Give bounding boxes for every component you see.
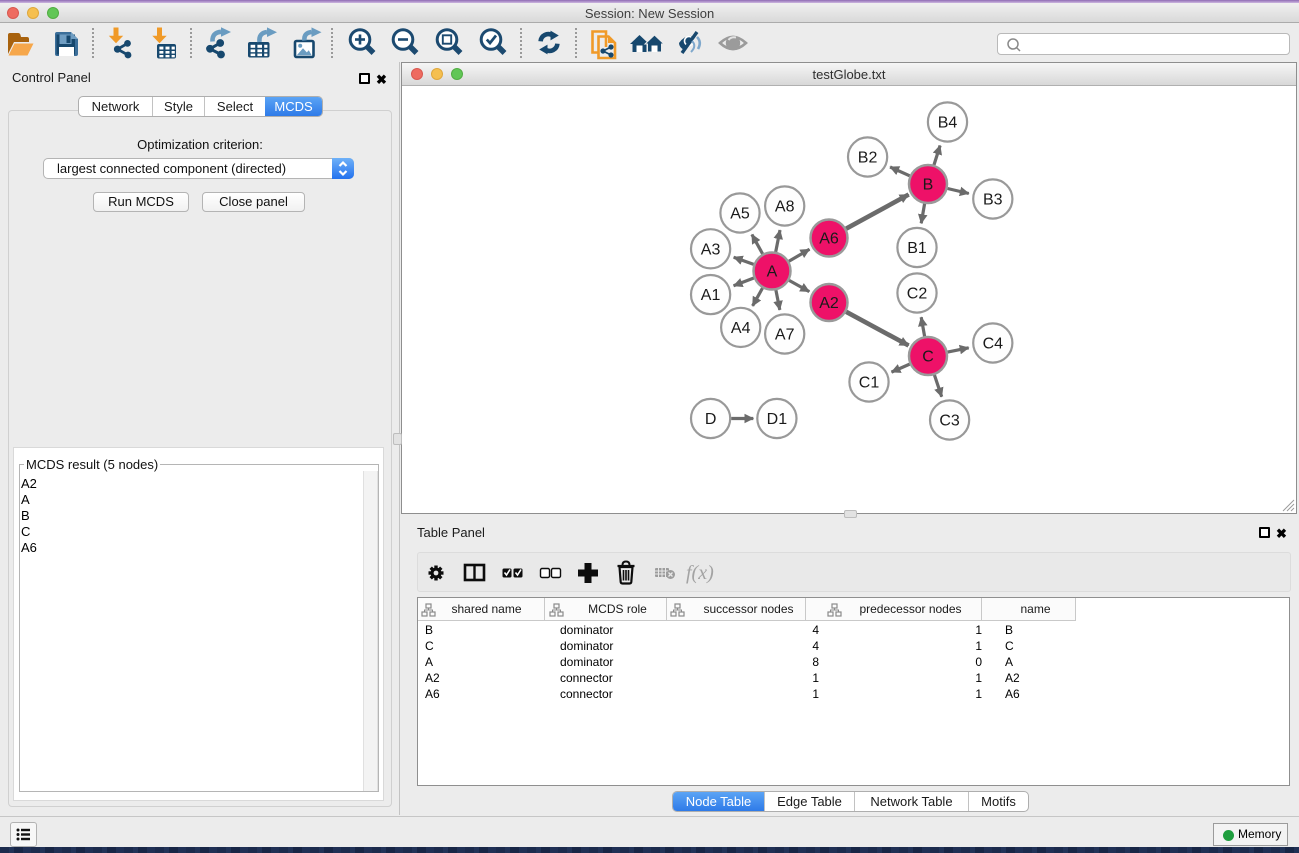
- svg-text:D: D: [705, 411, 717, 428]
- svg-text:A7: A7: [775, 327, 795, 344]
- svg-text:A8: A8: [775, 199, 795, 216]
- svg-text:C1: C1: [859, 375, 880, 392]
- svg-text:A5: A5: [730, 206, 750, 223]
- svg-text:B1: B1: [907, 240, 927, 257]
- svg-text:A6: A6: [819, 231, 839, 248]
- svg-text:B4: B4: [938, 115, 958, 132]
- svg-text:C: C: [922, 349, 934, 366]
- svg-text:A3: A3: [701, 241, 721, 258]
- svg-text:B3: B3: [983, 192, 1003, 209]
- svg-text:f(x): f(x): [686, 562, 714, 584]
- svg-text:B: B: [923, 177, 934, 194]
- svg-text:A2: A2: [819, 295, 839, 312]
- svg-text:C4: C4: [983, 336, 1004, 353]
- svg-text:D1: D1: [767, 411, 788, 428]
- svg-text:A: A: [767, 264, 778, 281]
- svg-text:A1: A1: [701, 287, 721, 304]
- svg-text:A4: A4: [731, 320, 751, 337]
- svg-text:C2: C2: [907, 286, 928, 303]
- svg-text:C3: C3: [939, 413, 960, 430]
- svg-text:B2: B2: [858, 150, 878, 167]
